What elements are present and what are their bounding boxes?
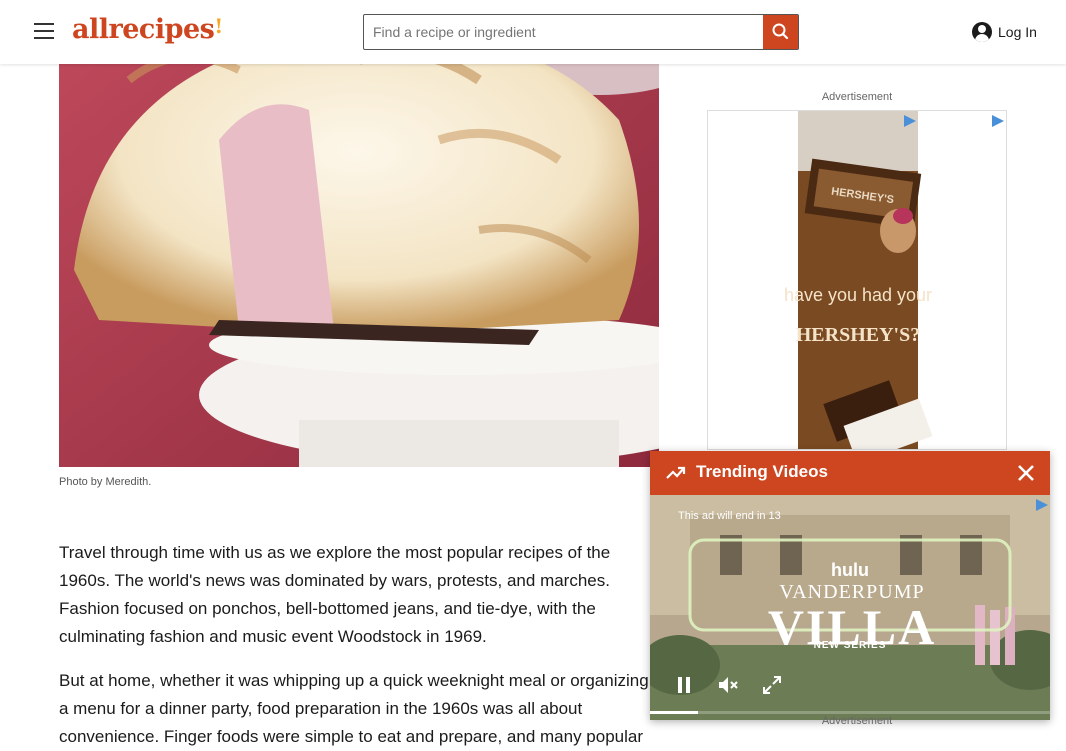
pause-icon[interactable] [672, 673, 696, 697]
trending-icon [666, 466, 686, 479]
login-label: Log In [998, 24, 1037, 40]
logo-accent: ! [214, 14, 223, 38]
login-button[interactable]: Log In [972, 20, 1037, 44]
article-paragraph: Travel through time with us as we explor… [59, 543, 611, 646]
video-brand: hulu [831, 560, 869, 580]
sidebar-ad[interactable]: HERSHEY'S have you had your HERSHEY'S? [707, 110, 1007, 450]
account-icon [972, 22, 992, 42]
mute-icon[interactable] [716, 673, 740, 697]
logo-text: allrecipes [72, 14, 215, 45]
video-title: Trending Videos [696, 462, 828, 481]
ad-label: Advertisement [821, 715, 893, 727]
site-logo[interactable]: allrecipes! [72, 14, 223, 50]
close-icon[interactable] [1016, 463, 1036, 483]
hero-photo [59, 0, 659, 467]
ad-brand: HERSHEY'S? [796, 324, 920, 346]
video-frame[interactable]: This ad will end in 13 hulu VANDERPUMP V… [650, 495, 1050, 720]
ad-countdown: This ad will end in 13 [678, 510, 781, 522]
video-header: Trending Videos [650, 451, 1050, 495]
site-header: allrecipes! Log In [0, 0, 1066, 64]
menu-icon[interactable] [28, 20, 60, 44]
ad-label: Advertisement [821, 91, 893, 103]
ad-creative: HERSHEY'S have you had your HERSHEY'S? [784, 111, 933, 449]
photo-caption: Photo by Meredith. [59, 476, 152, 488]
video-progress-bar[interactable] [650, 711, 1050, 714]
search-input[interactable] [364, 15, 764, 49]
search-bar [363, 14, 799, 50]
search-button[interactable] [763, 15, 798, 49]
fullscreen-icon[interactable] [760, 673, 784, 697]
video-progress-fill [650, 711, 698, 714]
search-icon [772, 23, 789, 40]
ad-banner-text: have you had your [784, 285, 932, 305]
trending-video-player: Trending Videos This ad will end in 13 h… [650, 451, 1050, 720]
article-paragraph: But at home, whether it was whipping up … [59, 671, 649, 746]
show-tag: NEW SERIES [813, 640, 887, 651]
